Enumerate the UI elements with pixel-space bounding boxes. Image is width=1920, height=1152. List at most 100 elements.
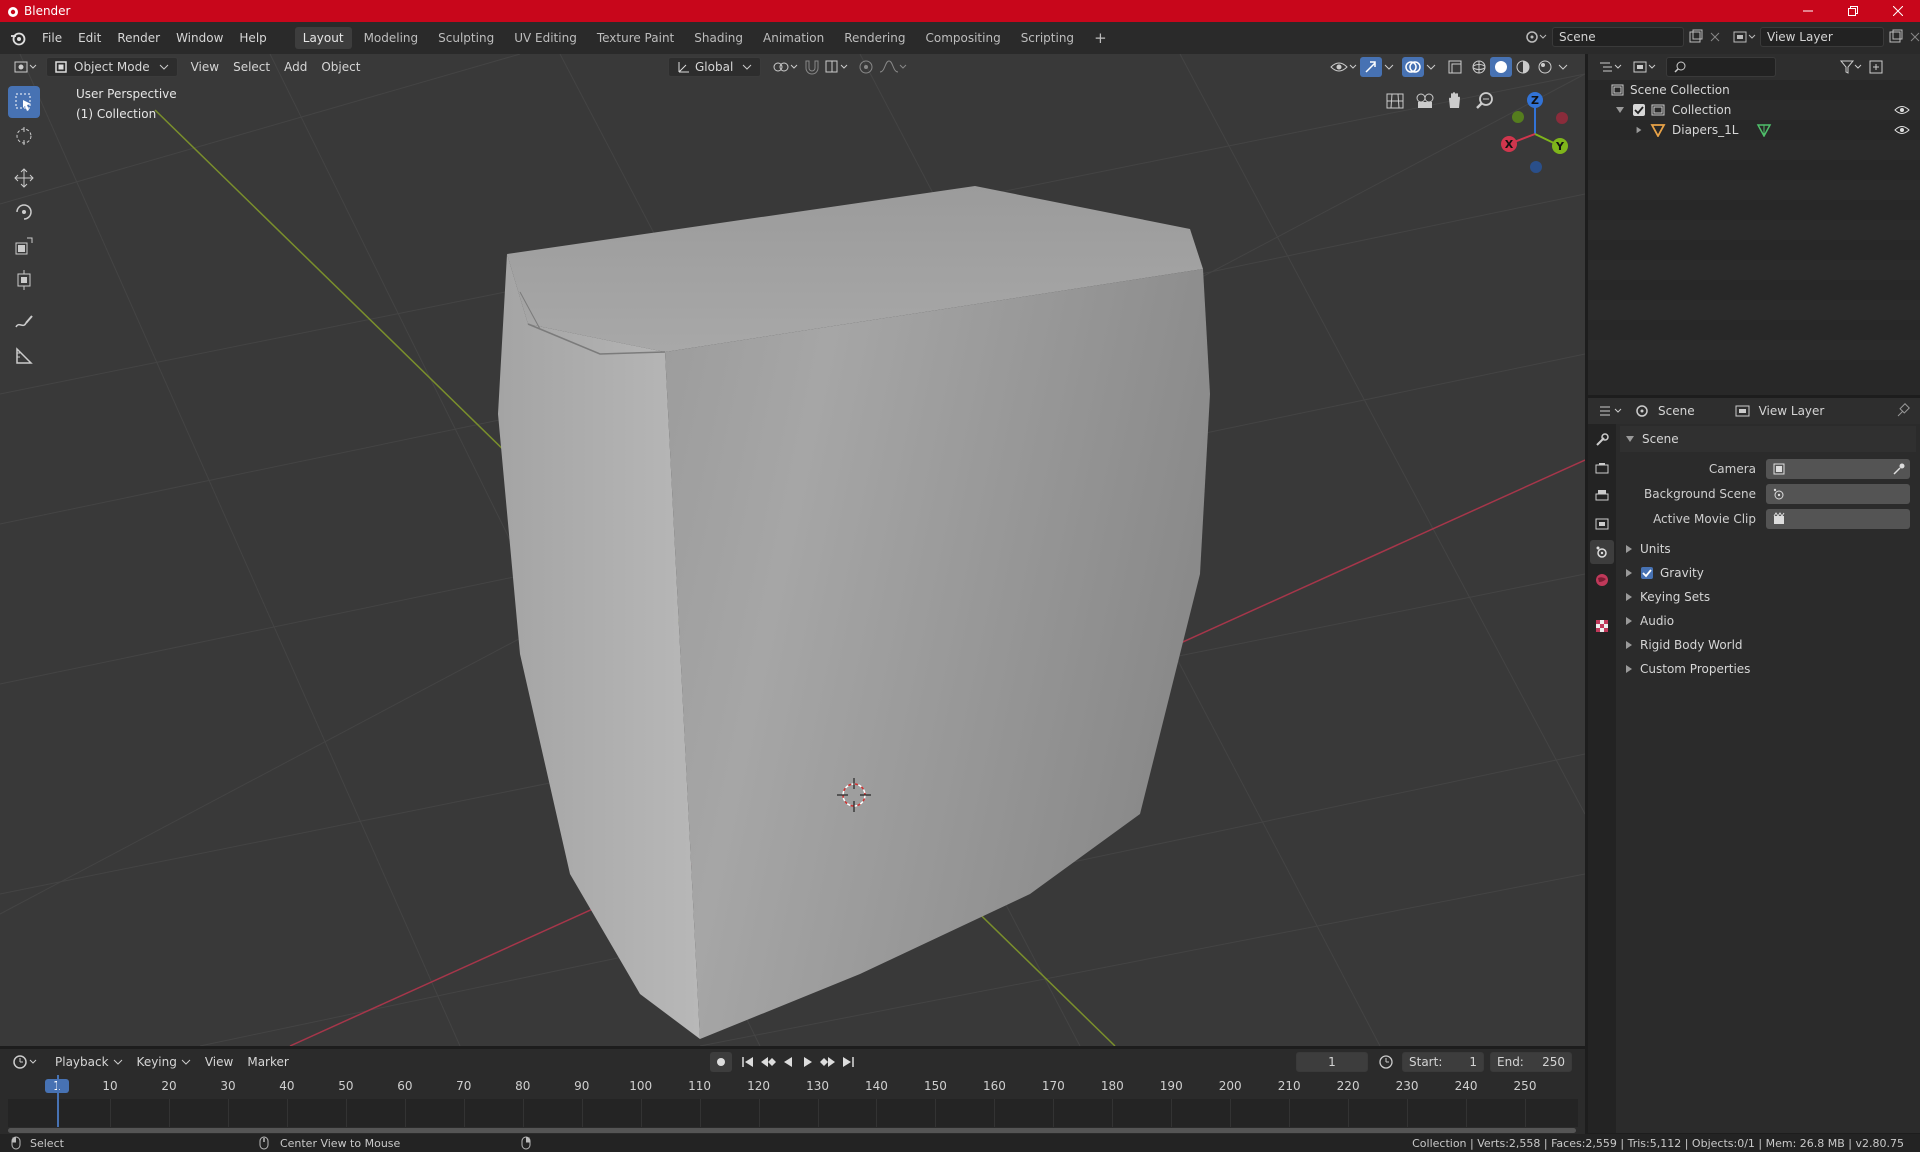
menu-edit[interactable]: Edit — [70, 27, 109, 49]
overlays-dropdown-icon[interactable] — [1424, 57, 1438, 77]
current-frame-field[interactable]: 1 — [1296, 1052, 1368, 1072]
timeline-editor-type-icon[interactable] — [10, 1052, 44, 1072]
play-icon[interactable] — [798, 1052, 818, 1072]
menu-view[interactable]: View — [184, 57, 226, 77]
tab-view-layer-properties[interactable] — [1590, 512, 1614, 536]
units-section-header[interactable]: Units — [1620, 537, 1916, 561]
menu-help[interactable]: Help — [231, 27, 274, 49]
tab-render-properties[interactable] — [1590, 456, 1614, 480]
menu-window[interactable]: Window — [168, 27, 231, 49]
scene-section-header[interactable]: Scene — [1620, 426, 1916, 452]
breadcrumb-scene[interactable]: Scene — [1658, 404, 1695, 418]
shading-dropdown-icon[interactable] — [1556, 57, 1570, 77]
jump-to-keyframe-prev-icon[interactable] — [758, 1052, 778, 1072]
record-keyframe-icon[interactable] — [710, 1052, 732, 1072]
start-frame-field[interactable]: Start: 1 — [1402, 1052, 1484, 1072]
tab-tool-properties[interactable] — [1590, 428, 1614, 452]
gravity-section-header[interactable]: Gravity — [1620, 561, 1916, 585]
custom-properties-section-header[interactable]: Custom Properties — [1620, 657, 1916, 681]
measure-tool[interactable] — [8, 340, 40, 372]
playback-menu[interactable]: Playback — [48, 1052, 130, 1072]
outliner-row-object[interactable]: Diapers_1L — [1588, 120, 1920, 140]
tab-animation[interactable]: Animation — [755, 27, 832, 49]
expand-collection-icon[interactable] — [1616, 107, 1624, 113]
filter-icon[interactable] — [1838, 57, 1866, 77]
rotate-tool[interactable] — [8, 196, 40, 228]
new-scene-icon[interactable] — [1686, 27, 1706, 47]
object-mode-dropdown[interactable]: Object Mode — [46, 57, 178, 77]
toggle-perspective-icon[interactable] — [1380, 86, 1410, 116]
delete-scene-icon[interactable] — [1706, 27, 1724, 47]
menu-add[interactable]: Add — [277, 57, 314, 77]
snap-magnet-icon[interactable] — [801, 57, 823, 77]
marker-menu[interactable]: Marker — [240, 1052, 295, 1072]
timeline-view-menu[interactable]: View — [198, 1052, 240, 1072]
menu-select[interactable]: Select — [226, 57, 277, 77]
tab-world-properties[interactable] — [1590, 568, 1614, 592]
end-frame-field[interactable]: End: 250 — [1490, 1052, 1572, 1072]
snap-target-icon[interactable] — [823, 57, 851, 77]
jump-to-end-icon[interactable] — [838, 1052, 858, 1072]
outliner-row-scene-collection[interactable]: Scene Collection — [1588, 80, 1920, 100]
collection-checkbox-icon[interactable] — [1632, 103, 1646, 117]
tab-layout[interactable]: Layout — [294, 27, 352, 49]
keying-sets-section-header[interactable]: Keying Sets — [1620, 585, 1916, 609]
tab-scripting[interactable]: Scripting — [1013, 27, 1082, 49]
mesh-data-icon[interactable] — [1756, 123, 1772, 137]
3d-viewport[interactable]: Object Mode View Select Add Object Globa… — [0, 54, 1585, 1046]
play-reverse-icon[interactable] — [778, 1052, 798, 1072]
menu-object[interactable]: Object — [314, 57, 367, 77]
pivot-point-icon[interactable] — [769, 57, 801, 77]
tab-uv-editing[interactable]: UV Editing — [506, 27, 585, 49]
visibility-selectability-icon[interactable] — [1328, 57, 1360, 77]
tab-sculpting[interactable]: Sculpting — [430, 27, 502, 49]
add-workspace-button[interactable]: + — [1086, 27, 1115, 49]
minimize-button[interactable] — [1785, 0, 1830, 22]
tab-shading[interactable]: Shading — [686, 27, 751, 49]
blender-logo-icon[interactable] — [10, 30, 26, 46]
display-mode-icon[interactable] — [1630, 57, 1660, 77]
eye-visibility-icon[interactable] — [1894, 104, 1910, 116]
jump-to-keyframe-next-icon[interactable] — [818, 1052, 838, 1072]
wireframe-shading-icon[interactable] — [1468, 57, 1490, 77]
pan-hand-icon[interactable] — [1440, 86, 1470, 116]
scale-tool[interactable] — [8, 230, 40, 262]
editor-type-icon[interactable] — [12, 57, 40, 77]
overlays-toggle-icon[interactable] — [1402, 57, 1424, 77]
preview-range-clock-icon[interactable] — [1374, 1052, 1398, 1072]
keying-menu[interactable]: Keying — [130, 1052, 198, 1072]
xray-toggle-icon[interactable] — [1444, 57, 1468, 77]
view-layer-field[interactable]: View Layer — [1760, 27, 1884, 47]
rendered-shading-icon[interactable] — [1534, 57, 1556, 77]
timeline-track-area[interactable] — [8, 1075, 1578, 1133]
annotate-tool[interactable] — [8, 306, 40, 338]
new-collection-icon[interactable] — [1866, 57, 1888, 77]
camera-view-icon[interactable] — [1410, 86, 1440, 116]
close-button[interactable] — [1875, 0, 1920, 22]
tab-output-properties[interactable] — [1590, 484, 1614, 508]
view-layer-icon[interactable] — [1730, 27, 1758, 47]
rigid-body-world-section-header[interactable]: Rigid Body World — [1620, 633, 1916, 657]
tab-scene-properties[interactable] — [1590, 540, 1614, 564]
expand-object-icon[interactable] — [1636, 126, 1642, 134]
pin-icon[interactable] — [1894, 402, 1912, 420]
solid-shading-icon[interactable] — [1490, 57, 1512, 77]
delete-view-layer-icon[interactable] — [1906, 27, 1920, 47]
proportional-editing-icon[interactable] — [855, 57, 877, 77]
eye-visibility-icon[interactable] — [1894, 124, 1910, 136]
navigation-axis-gizmo[interactable]: Z Y X — [1490, 88, 1580, 178]
tab-rendering[interactable]: Rendering — [836, 27, 913, 49]
tab-texture-properties[interactable] — [1590, 614, 1614, 638]
breadcrumb-view-layer[interactable]: View Layer — [1759, 404, 1825, 418]
menu-render[interactable]: Render — [109, 27, 168, 49]
timeline-scrollbar[interactable] — [8, 1128, 1576, 1133]
audio-section-header[interactable]: Audio — [1620, 609, 1916, 633]
tab-texture-paint[interactable]: Texture Paint — [589, 27, 682, 49]
scene-name-field[interactable]: Scene — [1552, 27, 1684, 47]
outliner-search-input[interactable] — [1666, 57, 1776, 77]
gizmo-toggle-icon[interactable] — [1360, 57, 1382, 77]
jump-to-start-icon[interactable] — [738, 1052, 758, 1072]
material-preview-icon[interactable] — [1512, 57, 1534, 77]
outliner-row-collection[interactable]: Collection — [1588, 100, 1920, 120]
frame-ruler[interactable]: 1102030405060708090100110120130140150160… — [0, 1075, 1585, 1099]
